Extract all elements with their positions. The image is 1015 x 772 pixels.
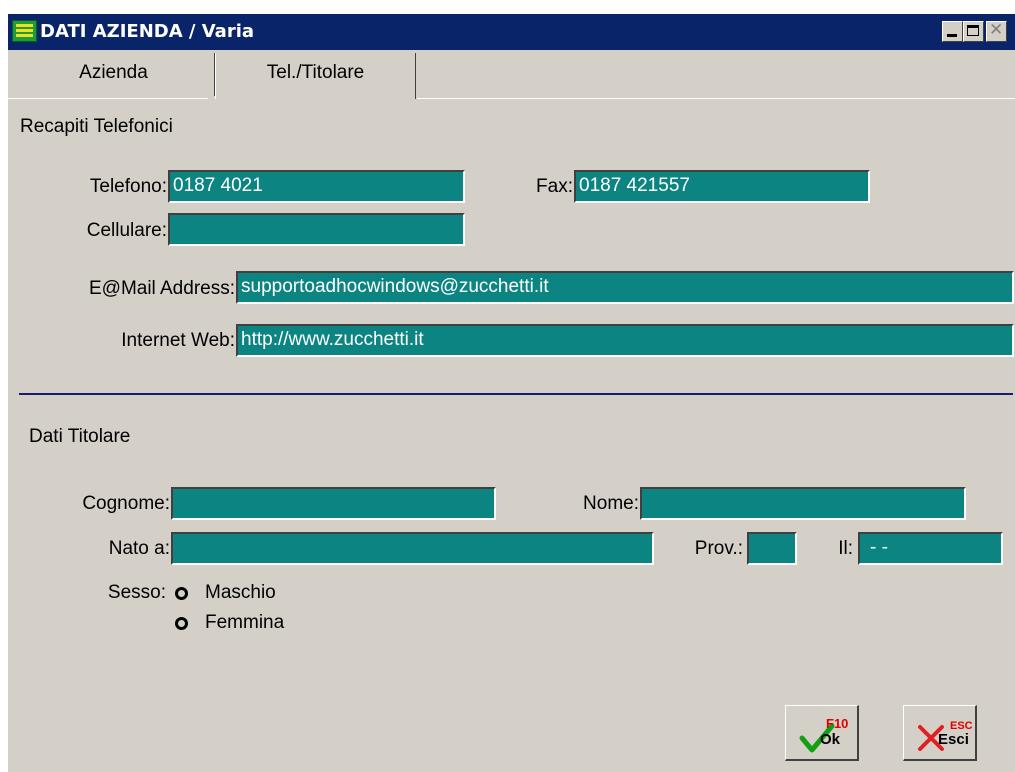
tab-strip: Azienda Tel./Titolare (8, 50, 1015, 99)
fax-label: Fax: (536, 176, 573, 197)
window: DATI AZIENDA / Varia ✕ Azienda Tel./Tito… (7, 13, 1015, 772)
email-label: E@Mail Address: (88, 278, 235, 299)
radio-femmina[interactable] (175, 617, 188, 630)
section-titolare-heading: Dati Titolare (29, 426, 131, 447)
sesso-label: Sesso: (107, 582, 166, 603)
internet-web-label: Internet Web: (121, 330, 235, 351)
telefono-label: Telefono: (89, 176, 167, 197)
cellulare-label: Cellulare: (86, 220, 167, 241)
il-date-field[interactable]: - - (858, 532, 1003, 565)
section-recapiti-heading: Recapiti Telefonici (20, 116, 173, 137)
close-icon: ✕ (989, 20, 1004, 40)
minimize-button[interactable] (942, 21, 963, 42)
tab-azienda[interactable]: Azienda (13, 53, 215, 96)
ok-shortcut: F10 (826, 716, 849, 731)
app-icon (12, 20, 37, 42)
radio-femmina-label[interactable]: Femmina (205, 612, 284, 634)
radio-maschio[interactable] (175, 587, 188, 600)
prov-field[interactable] (747, 532, 797, 565)
nato-a-label: Nato a: (108, 538, 170, 559)
prov-label: Prov.: (694, 538, 743, 559)
maximize-button[interactable] (963, 21, 984, 42)
cellulare-field[interactable] (168, 213, 465, 246)
email-field[interactable]: supportoadhocwindows@zucchetti.it (236, 271, 1014, 304)
esci-label: Esci (938, 731, 969, 748)
radio-maschio-label[interactable]: Maschio (205, 582, 276, 604)
title-bar[interactable]: DATI AZIENDA / Varia ✕ (8, 14, 1015, 50)
telefono-field[interactable]: 0187 4021 (168, 170, 465, 203)
close-button[interactable]: ✕ (986, 20, 1007, 42)
internet-web-field[interactable]: http://www.zucchetti.it (236, 324, 1014, 357)
tab-tel-titolare[interactable]: Tel./Titolare (215, 53, 416, 99)
esci-button[interactable]: ESC Esci (903, 705, 977, 761)
window-title: DATI AZIENDA / Varia (40, 21, 255, 42)
il-label: Il: (838, 538, 853, 559)
cognome-label: Cognome: (82, 493, 170, 514)
nato-a-field[interactable] (171, 532, 654, 565)
nome-label: Nome: (583, 493, 639, 514)
section-divider (19, 393, 1013, 395)
nome-field[interactable] (640, 487, 966, 520)
ok-button[interactable]: F10 Ok (785, 705, 859, 761)
fax-field[interactable]: 0187 421557 (574, 170, 870, 203)
cognome-field[interactable] (171, 487, 496, 520)
ok-label: Ok (820, 731, 841, 748)
